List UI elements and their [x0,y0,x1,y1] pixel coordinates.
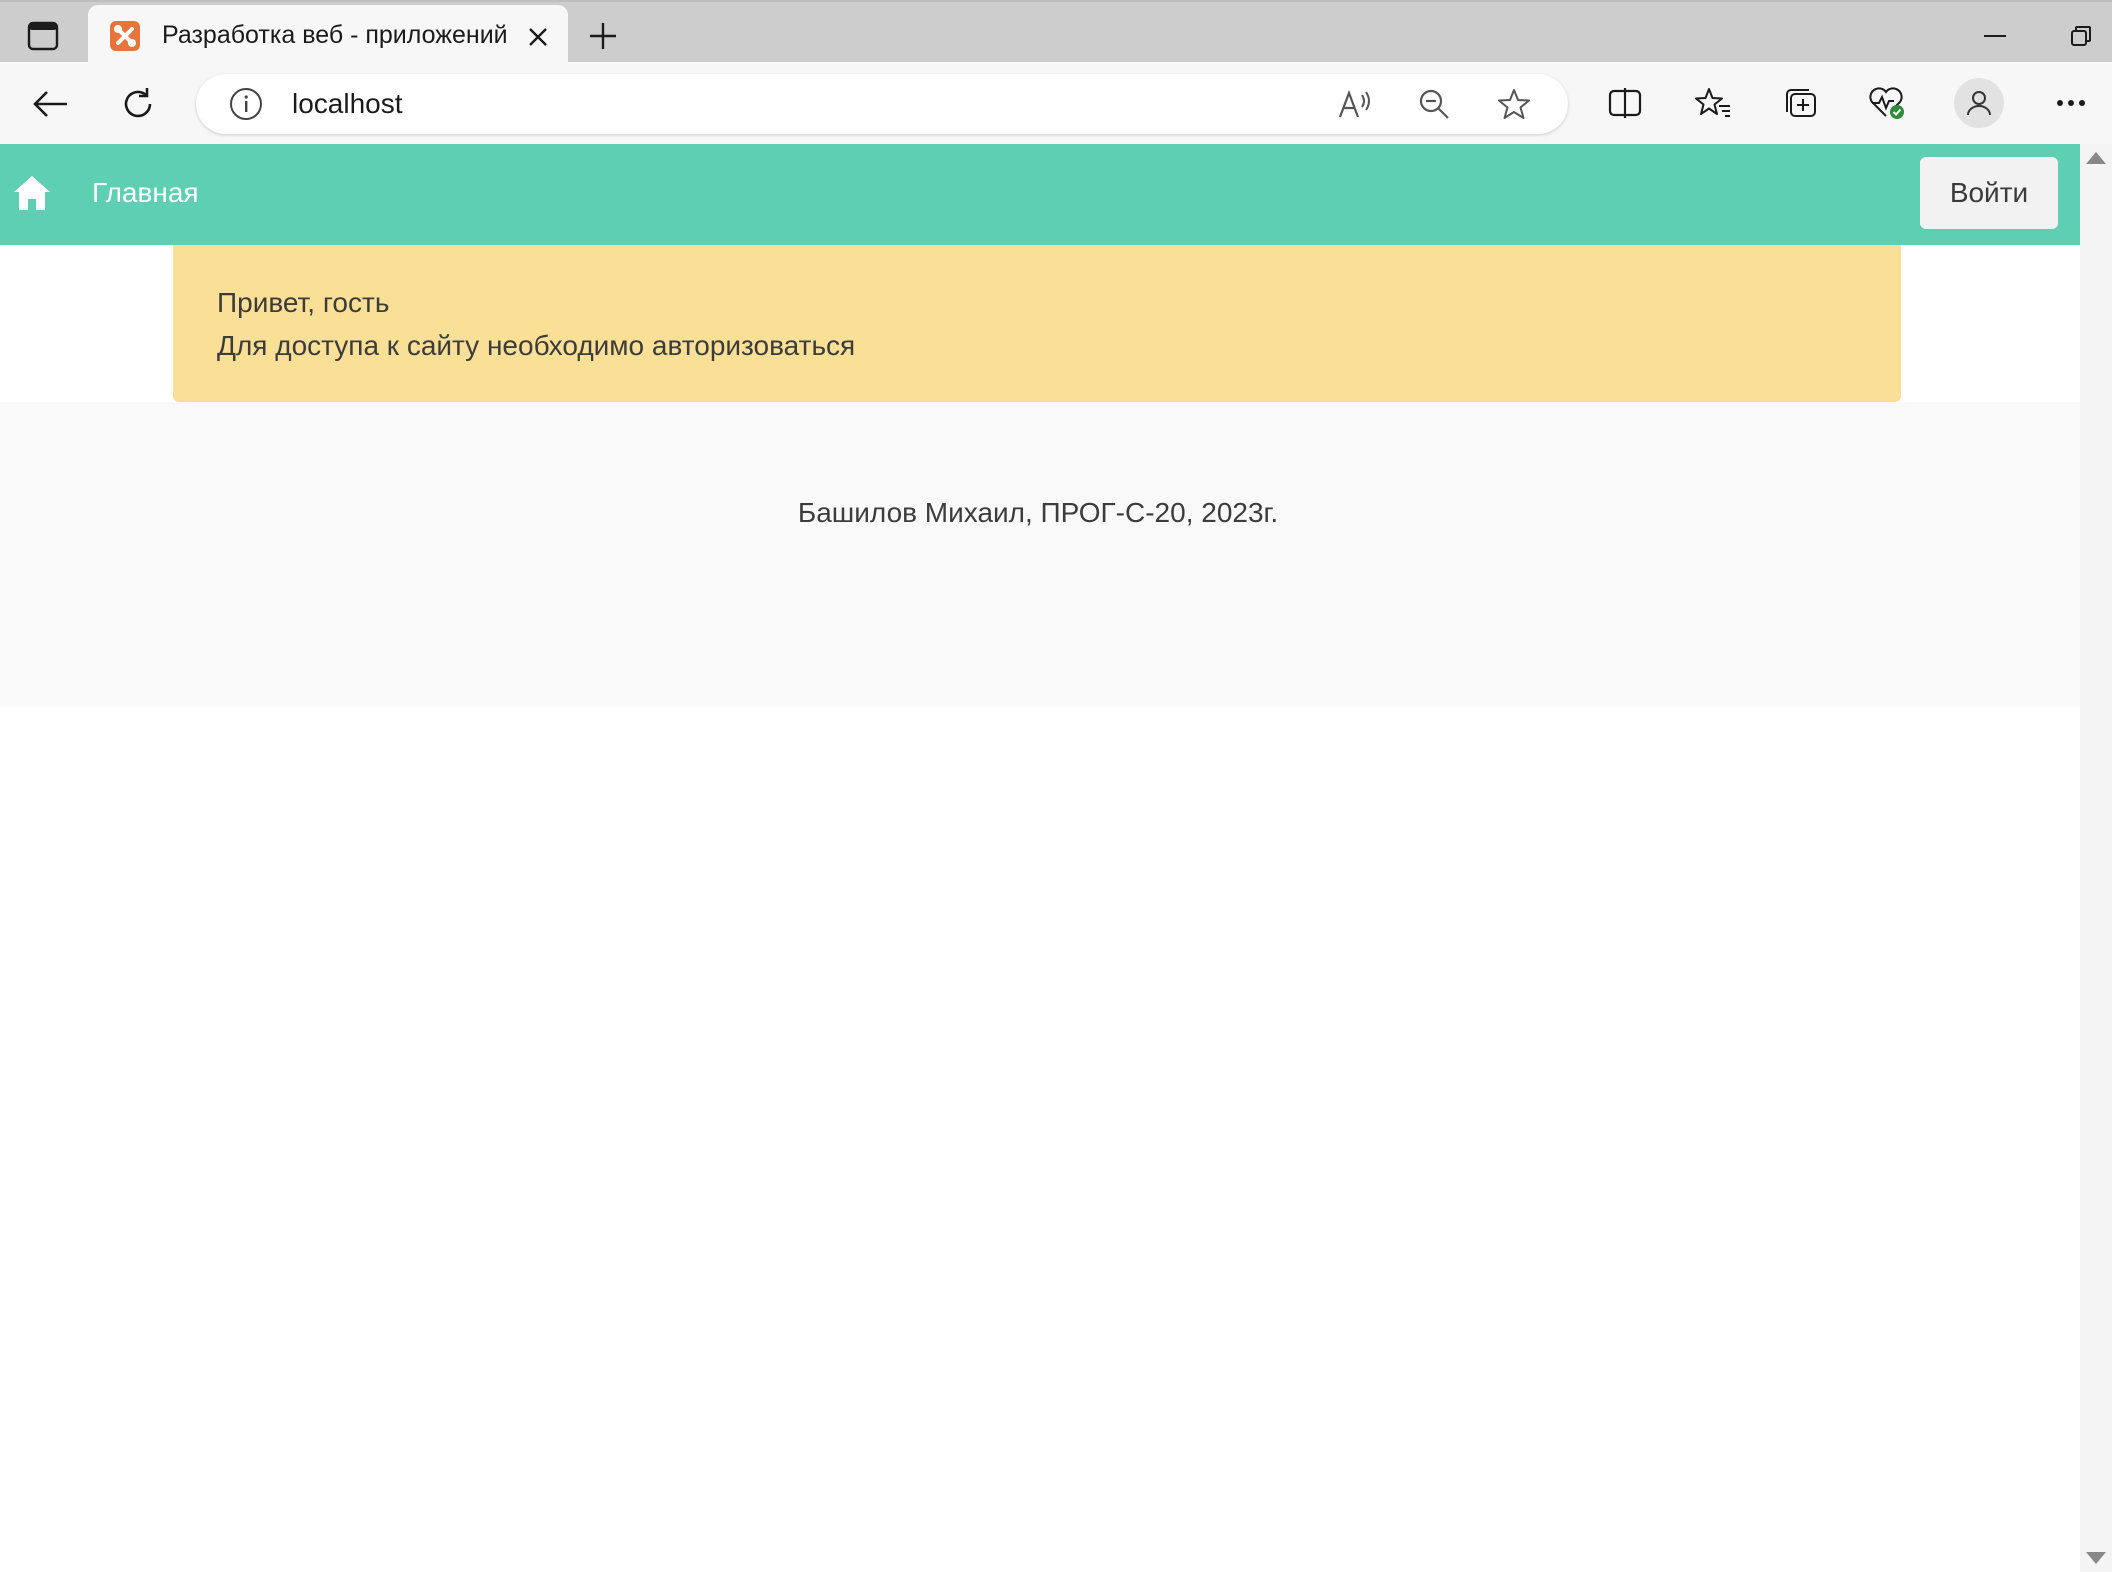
nav-home-link[interactable]: Главная [92,177,199,209]
favorites-icon[interactable] [1690,80,1736,126]
page-viewport: Главная Войти Привет, гость Для доступа … [0,144,2080,1572]
login-button[interactable]: Войти [1920,157,2058,229]
split-screen-icon[interactable] [1602,80,1648,126]
browser-toolbar: localhost [0,62,2112,145]
profile-icon[interactable] [1954,78,2004,128]
collections-icon[interactable] [1778,80,1824,126]
site-header: Главная Войти [0,144,2080,245]
more-icon[interactable] [2048,80,2094,126]
back-icon[interactable] [26,80,74,128]
site-footer: Башилов Михаил, ПРОГ-С-20, 2023г. [0,402,2080,706]
zoom-out-icon[interactable] [1414,84,1454,124]
browser-health-icon[interactable] [1864,80,1910,126]
guest-alert: Привет, гость Для доступа к сайту необхо… [173,245,1901,402]
vertical-scrollbar[interactable] [2080,144,2112,1572]
reload-icon[interactable] [114,80,162,128]
active-tab[interactable]: Разработка веб - приложений [88,5,568,64]
tab-sidebar-icon[interactable] [22,16,64,56]
minimize-icon[interactable] [1970,16,2020,56]
alert-message: Для доступа к сайту необходимо авторизов… [217,330,856,361]
star-icon[interactable] [1494,84,1534,124]
scroll-down-icon[interactable] [2086,1552,2106,1564]
close-icon[interactable] [520,19,556,55]
info-icon[interactable] [228,86,264,122]
plus-icon[interactable] [580,16,626,56]
home-icon[interactable] [12,174,52,212]
alert-greeting: Привет, гость [217,287,390,318]
xampp-favicon [110,21,140,51]
browser-tab-bar: Разработка веб - приложений [0,0,2112,64]
read-aloud-icon[interactable] [1336,84,1376,124]
url-text[interactable]: localhost [292,88,403,120]
restore-icon[interactable] [2056,16,2106,56]
scroll-up-icon[interactable] [2086,152,2106,164]
tab-title: Разработка веб - приложений [162,21,508,49]
footer-text: Башилов Михаил, ПРОГ-С-20, 2023г. [797,497,1279,528]
address-bar[interactable]: localhost [196,74,1568,134]
